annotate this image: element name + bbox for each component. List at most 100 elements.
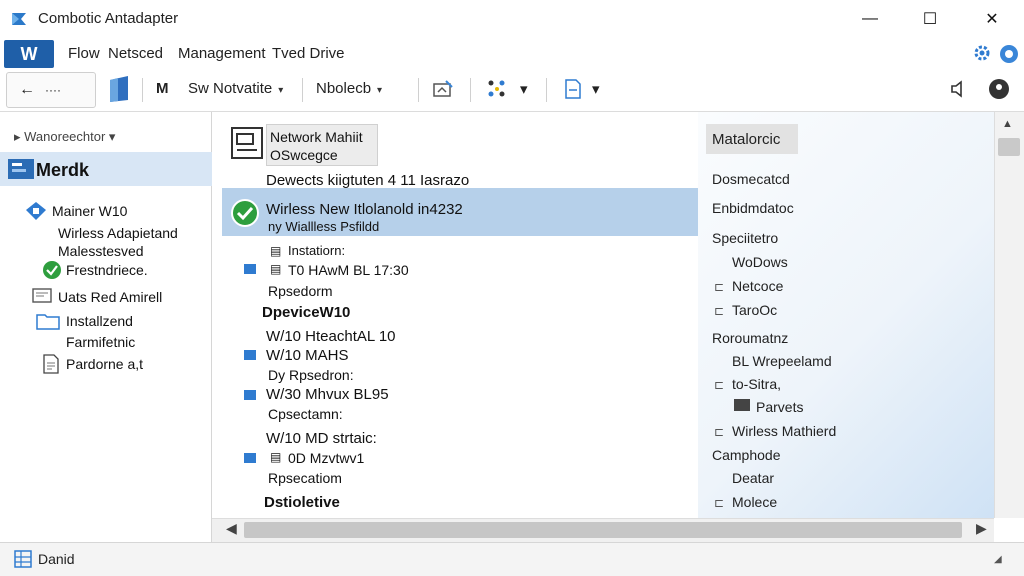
details-item: TaroOc xyxy=(732,302,778,318)
scroll-left-icon[interactable]: ◀ xyxy=(226,520,237,537)
network-app-icon xyxy=(8,159,34,179)
device-icon xyxy=(244,453,256,463)
list-item-w10-2: W/10 MAHS xyxy=(266,347,349,364)
check-circle-icon xyxy=(43,261,61,279)
toolbar-nbolecb-dropdown[interactable]: Nbolecb ▾ xyxy=(316,80,382,97)
user-circle-icon[interactable] xyxy=(988,78,1010,100)
toolbar xyxy=(0,68,1024,112)
sidebar-item-uats-red[interactable]: Uats Red Amirell xyxy=(58,289,162,305)
toolbar-separator xyxy=(418,78,419,102)
menu-management[interactable]: Management xyxy=(178,45,266,62)
toolbar-separator xyxy=(546,78,547,102)
list-item-rpsedorm: Rpsedorm xyxy=(268,283,333,299)
menu-flow[interactable]: Flow xyxy=(68,45,100,62)
list-bullet-icon: ⊏ xyxy=(714,425,725,439)
toolbar-nbolecb-label: Nbolecb xyxy=(316,80,372,97)
list-item-hawm: T0 HAwM BL 17:30 xyxy=(288,262,409,278)
menu-tved-drive[interactable]: Tved Drive xyxy=(272,45,345,62)
chevron-down-icon: ▾ xyxy=(278,85,284,96)
list-item-w10-3: W/10 MD strtaic: xyxy=(266,430,377,447)
scroll-up-icon[interactable]: ▲ xyxy=(1002,118,1013,130)
details-tab[interactable]: Matalorcic xyxy=(706,124,798,154)
image-edit-icon[interactable] xyxy=(432,78,454,100)
scrollbar-thumb[interactable] xyxy=(998,138,1020,156)
monitor-icon xyxy=(734,399,750,411)
document-icon[interactable] xyxy=(562,78,584,100)
resize-grip-icon[interactable]: ◢ xyxy=(994,554,1002,565)
sidebar-item-frestndriece[interactable]: Frestndriece. xyxy=(66,262,148,278)
sidebar-item-farmifetnic[interactable]: Farmifetnic xyxy=(66,334,135,350)
gear-icon[interactable] xyxy=(972,43,992,63)
toolbar-separator xyxy=(470,78,471,102)
selected-row-subtitle: ny Wiallless Psfildd xyxy=(268,219,380,234)
selected-row-title: Wirless New Itlolanold in4232 xyxy=(266,201,463,218)
details-item: Camphode xyxy=(712,447,781,463)
folder-icon xyxy=(36,314,60,330)
details-item: Parvets xyxy=(756,399,804,415)
settings-gear-icon[interactable] xyxy=(998,43,1020,65)
folder-icon[interactable] xyxy=(106,74,132,104)
toolbar-notvatite-dropdown[interactable]: Sw Notvatite ▾ xyxy=(188,80,283,97)
section-heading-device: DpeviceW10 xyxy=(262,304,351,321)
sidebar-header[interactable]: ▸ Wanoreechtor ▾ xyxy=(14,129,115,145)
list-item-w30: W/30 Mhvux BL95 xyxy=(266,386,389,403)
list-bullet-icon: ⊏ xyxy=(714,496,725,510)
network-shield-icon xyxy=(26,202,46,220)
scroll-right-icon[interactable]: ▶ xyxy=(976,520,987,537)
minimize-button[interactable]: — xyxy=(842,0,898,38)
chevron-down-icon[interactable]: ▾ xyxy=(520,80,528,98)
network-app-icon xyxy=(12,13,26,25)
hscrollbar-thumb[interactable] xyxy=(244,522,962,538)
device-icon xyxy=(244,350,256,360)
details-item: Netcoce xyxy=(732,278,784,294)
status-text: Danid xyxy=(38,551,75,567)
back-nav-button[interactable]: ← ···· xyxy=(6,72,96,108)
list-bullet-icon: ▤ xyxy=(270,450,282,464)
menu-netsced[interactable]: Netsced xyxy=(108,45,163,62)
toolbar-separator xyxy=(142,78,143,102)
details-item: Wirless Mathierd xyxy=(732,423,837,439)
sidebar-header-label: Wanoreechtor xyxy=(24,129,106,144)
details-item: BL Wrepeelamd xyxy=(732,353,832,369)
app-badge-button[interactable]: W xyxy=(4,40,54,68)
sidebar-item-wireless-adapter[interactable]: Wirless Adapietand xyxy=(58,225,178,241)
details-item: to-Sitra, xyxy=(732,376,782,392)
details-item: Molece xyxy=(732,494,778,510)
sidebar-item-malesstesved[interactable]: Malesstesved xyxy=(58,243,144,259)
chevron-down-icon[interactable]: ▾ xyxy=(592,80,600,98)
back-arrow-icon: ← xyxy=(19,81,35,98)
list-item-0d: 0D Mzvtwv1 xyxy=(288,450,365,466)
sidebar-item-installzend[interactable]: Installzend xyxy=(66,313,133,329)
status-bar xyxy=(0,542,1024,576)
network-title-line2: OSwcegce xyxy=(270,147,338,163)
vertical-scrollbar[interactable] xyxy=(994,112,1024,518)
close-button[interactable]: ✕ xyxy=(964,0,1020,38)
maximize-button[interactable]: ☐ xyxy=(902,0,958,38)
network-nodes-icon[interactable] xyxy=(486,78,508,100)
sidebar-item-label: Merdk xyxy=(36,160,90,180)
close-icon: ✕ xyxy=(985,11,999,28)
chevron-down-icon: ▾ xyxy=(377,85,383,96)
list-item-dy: Dy Rpsedron: xyxy=(268,367,354,383)
details-item: Roroumatnz xyxy=(712,330,789,346)
maximize-icon: ☐ xyxy=(922,11,938,28)
device-icon xyxy=(244,264,256,274)
details-item: Enbidmdatoc xyxy=(712,200,794,216)
sidebar-item-mainer[interactable]: Mainer W10 xyxy=(52,203,127,219)
network-title-line1: Network Mahiit xyxy=(270,129,363,145)
details-item: WoDows xyxy=(732,254,788,270)
toolbar-separator xyxy=(302,78,303,102)
section-heading-last: Dstioletive xyxy=(264,494,340,511)
list-item-rpsecatiom: Rpsecatiom xyxy=(268,470,342,486)
minimize-icon: — xyxy=(862,10,878,27)
list-item-w10-1: W/10 HteachtAL 10 xyxy=(266,328,396,345)
main-row-dewects: Dewects kiigtuten 4 11 Iasrazo xyxy=(266,172,470,189)
document-icon xyxy=(43,354,59,374)
device-icon xyxy=(244,390,256,400)
sidebar-item-pardorne[interactable]: Pardorne a,t xyxy=(66,356,143,372)
speaker-icon[interactable] xyxy=(948,78,970,100)
details-item: Dosmecatcd xyxy=(712,171,790,187)
list-bullet-icon: ⊏ xyxy=(714,378,725,392)
list-item-cpsectamn: Cpsectamn: xyxy=(268,406,343,422)
toolbar-m-button[interactable]: M xyxy=(156,80,169,97)
